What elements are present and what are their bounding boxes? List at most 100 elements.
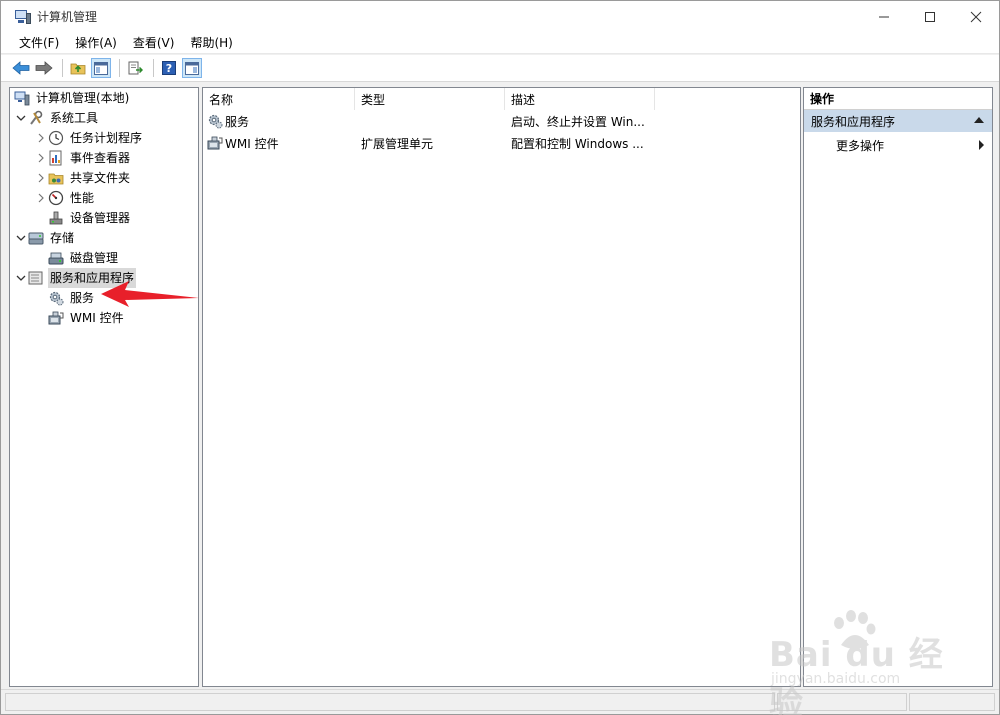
tree-item-system-tools[interactable]: 系统工具 — [14, 108, 100, 128]
more-actions-item[interactable]: 更多操作 — [804, 134, 992, 156]
back-button[interactable] — [11, 58, 31, 78]
chevron-right-icon[interactable] — [34, 191, 48, 205]
toolbar: ? — [1, 55, 999, 82]
tree-item-wmi-control[interactable]: WMI 控件 — [48, 308, 126, 328]
menu-view[interactable]: 查看(V) — [125, 32, 183, 54]
svg-text:?: ? — [166, 62, 172, 75]
wmi-control-icon — [207, 135, 223, 151]
actions-pane: 操作 服务和应用程序 更多操作 — [803, 87, 993, 687]
tree-item-event-viewer[interactable]: 事件查看器 — [34, 148, 132, 168]
export-list-button[interactable] — [125, 58, 145, 78]
collapse-up-icon[interactable] — [974, 117, 984, 123]
tree-item-device-manager[interactable]: 设备管理器 — [48, 208, 132, 228]
services-and-applications-icon — [28, 270, 44, 286]
red-arrow-annotation — [101, 281, 199, 307]
tree-item-performance[interactable]: 性能 — [34, 188, 96, 208]
actions-header: 操作 — [804, 88, 992, 110]
list-cell-name: WMI 控件 — [225, 136, 279, 151]
performance-icon — [48, 190, 64, 206]
event-viewer-icon — [48, 150, 64, 166]
back-arrow-icon — [12, 61, 30, 75]
column-header-description[interactable]: 描述 — [505, 88, 655, 110]
forward-arrow-icon — [35, 61, 53, 75]
shared-folder-icon — [48, 170, 64, 186]
chevron-right-icon[interactable] — [34, 131, 48, 145]
chevron-down-icon[interactable] — [14, 231, 28, 245]
column-header-type[interactable]: 类型 — [355, 88, 505, 110]
watermark-sub-text: jingyan.baidu.com — [771, 671, 901, 687]
forward-button[interactable] — [34, 58, 54, 78]
show-hide-action-pane-button[interactable] — [182, 58, 202, 78]
maximize-button[interactable] — [907, 1, 953, 32]
tree-item-label: 系统工具 — [50, 111, 99, 125]
help-button[interactable]: ? — [159, 58, 179, 78]
menu-file[interactable]: 文件(F) — [11, 32, 67, 54]
storage-icon — [28, 230, 44, 246]
tree-item-label: 计算机管理(本地) — [36, 91, 130, 105]
tree-item-label: 共享文件夹 — [70, 171, 131, 185]
tree-item-label: 存储 — [50, 231, 75, 245]
clock-icon — [48, 130, 64, 146]
toolbar-separator — [62, 59, 63, 77]
computer-management-window: 计算机管理 文件(F) 操作(A) 查看(V) 帮助(H) ? 计算机管理(本地… — [0, 0, 1000, 715]
tree-item-label: 性能 — [70, 191, 95, 205]
console-tree-pane: 计算机管理(本地) 系统工具 任务计划程序 事件查看器 共享文件夹 性能 设备管… — [9, 87, 199, 687]
chevron-right-icon[interactable] — [34, 151, 48, 165]
status-segment — [5, 693, 775, 711]
menu-action[interactable]: 操作(A) — [67, 32, 125, 54]
title-bar: 计算机管理 — [1, 1, 999, 32]
menu-help[interactable]: 帮助(H) — [182, 32, 240, 54]
maximize-icon — [925, 11, 935, 22]
submenu-arrow-icon — [979, 140, 984, 150]
tree-item-label: 任务计划程序 — [70, 131, 143, 145]
tree-item-storage[interactable]: 存储 — [14, 228, 76, 248]
show-hide-console-tree-button[interactable] — [91, 58, 111, 78]
chevron-down-icon[interactable] — [14, 271, 28, 285]
tree-item-disk-management[interactable]: 磁盘管理 — [48, 248, 120, 268]
tree-item-label: WMI 控件 — [70, 311, 124, 325]
system-tools-icon — [28, 110, 44, 126]
console-tree-icon — [94, 61, 108, 75]
minimize-button[interactable] — [861, 1, 907, 32]
close-button[interactable] — [953, 1, 999, 32]
gear-icon — [48, 290, 64, 306]
list-cell-description: 启动、终止并设置 Win... — [511, 114, 645, 129]
tree-item-label: 磁盘管理 — [70, 251, 119, 265]
list-item-services[interactable]: 服务 启动、终止并设置 Win... — [203, 110, 800, 132]
disk-management-icon — [48, 250, 64, 266]
list-cell-type — [361, 110, 505, 132]
actions-section-label: 服务和应用程序 — [811, 114, 896, 129]
chevron-down-icon[interactable] — [14, 111, 28, 125]
baidu-jingyan-watermark: Bai du 经验 jingyan.baidu.com — [761, 609, 961, 715]
list-cell-type: 扩展管理单元 — [361, 136, 434, 151]
toolbar-separator — [119, 59, 120, 77]
export-list-icon — [128, 61, 143, 75]
minimize-icon — [879, 16, 889, 17]
toolbar-separator — [153, 59, 154, 77]
tree-item-task-scheduler[interactable]: 任务计划程序 — [34, 128, 144, 148]
chevron-right-icon[interactable] — [34, 171, 48, 185]
list-cell-name: 服务 — [225, 114, 250, 129]
tree-item-label: 服务 — [70, 291, 95, 305]
tree-item-shared-folders[interactable]: 共享文件夹 — [34, 168, 132, 188]
computer-management-icon — [14, 90, 30, 106]
tree-item-label: 事件查看器 — [70, 151, 131, 165]
close-icon — [970, 11, 982, 22]
list-item-wmi-control[interactable]: WMI 控件 扩展管理单元 配置和控制 Windows ... — [203, 132, 800, 154]
up-one-level-button[interactable] — [68, 58, 88, 78]
device-manager-icon — [48, 210, 64, 226]
folder-up-icon — [70, 63, 86, 75]
help-icon: ? — [162, 61, 176, 75]
computer-management-icon — [15, 9, 31, 25]
action-pane-icon — [185, 61, 199, 75]
actions-section-services-and-applications[interactable]: 服务和应用程序 — [804, 110, 992, 132]
gear-icon — [207, 113, 223, 129]
tree-item-computer-management-local[interactable]: 计算机管理(本地) — [14, 88, 131, 108]
column-header-name[interactable]: 名称 — [203, 88, 355, 110]
more-actions-label: 更多操作 — [836, 138, 885, 153]
tree-item-services[interactable]: 服务 — [48, 288, 96, 308]
list-cell-description: 配置和控制 Windows ... — [511, 136, 644, 151]
wmi-control-icon — [48, 310, 64, 326]
window-title: 计算机管理 — [37, 10, 98, 24]
tree-item-label: 设备管理器 — [70, 211, 131, 225]
